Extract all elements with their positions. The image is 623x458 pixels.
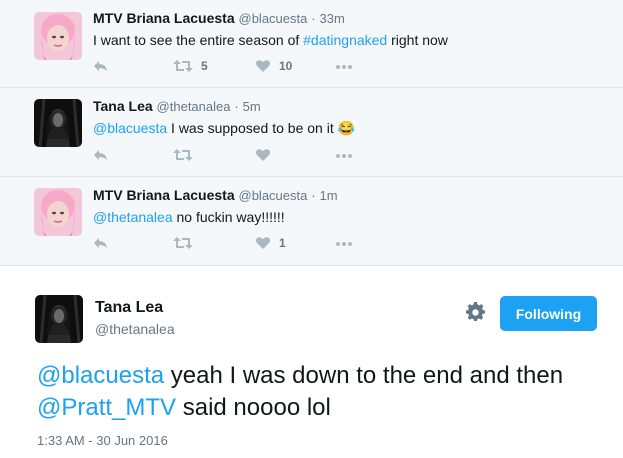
like-button[interactable]: 1	[255, 236, 286, 250]
author-name[interactable]: MTV Briana Lacuesta	[93, 10, 235, 26]
reply-tweet-1[interactable]: MTV Briana Lacuesta @blacuesta · 33m I w…	[0, 0, 623, 88]
mention-link[interactable]: @blacuesta	[93, 120, 167, 136]
separator-dot: ·	[234, 99, 239, 114]
tweet-text: I want to see the entire season of #dati…	[93, 32, 448, 48]
more-button[interactable]	[335, 59, 353, 73]
tweet-text: @blacuesta I was supposed to be on it 😂	[93, 120, 355, 137]
like-icon	[255, 236, 271, 250]
mention-link[interactable]: @thetanalea	[93, 209, 173, 225]
more-icon	[335, 148, 353, 162]
retweet-icon	[173, 236, 193, 250]
reply-icon	[93, 148, 109, 162]
author-name[interactable]: Tana Lea	[95, 299, 163, 317]
main-tweet: Tana Lea @thetanalea Following @blacuest…	[0, 266, 623, 458]
tweet-time[interactable]: 5m	[243, 99, 261, 114]
tweet-text-body: no fuckin way!!!!!!	[172, 209, 285, 225]
like-icon	[255, 59, 271, 73]
like-button[interactable]: 10	[255, 59, 292, 73]
tweet-text-prefix: I want to see the entire season of	[93, 32, 304, 48]
separator-dot: ·	[311, 11, 316, 26]
like-button[interactable]	[255, 148, 279, 162]
author-name[interactable]: MTV Briana Lacuesta	[93, 187, 235, 203]
more-icon	[335, 59, 353, 73]
more-icon	[335, 236, 353, 250]
tweet-text-part: yeah I was down to the end and then	[164, 362, 564, 389]
tweet-text-part: said noooo lol	[176, 394, 331, 421]
like-icon	[255, 148, 271, 162]
like-count: 10	[279, 59, 293, 73]
mention-link[interactable]: @Pratt_MTV	[37, 394, 176, 421]
gear-icon[interactable]	[466, 302, 486, 327]
reply-button[interactable]	[93, 148, 109, 162]
tweet-time[interactable]: 1m	[319, 188, 337, 203]
retweet-icon	[173, 59, 193, 73]
more-button[interactable]	[335, 148, 353, 162]
tweet-text: @blacuesta yeah I was down to the end an…	[37, 360, 597, 424]
reply-icon	[93, 236, 109, 250]
tweet-text-suffix: right now	[387, 32, 448, 48]
author-handle[interactable]: @blacuesta	[239, 188, 308, 203]
retweet-button[interactable]	[173, 236, 201, 250]
avatar-tana[interactable]	[34, 99, 82, 147]
hashtag-link[interactable]: #datingnaked	[303, 32, 387, 48]
avatar-tana[interactable]	[35, 295, 83, 343]
tweet-time[interactable]: 33m	[319, 11, 344, 26]
author-handle[interactable]: @blacuesta	[239, 11, 308, 26]
tweet-text-body: I was supposed to be on it 😂	[167, 120, 356, 136]
following-button[interactable]: Following	[500, 296, 597, 331]
reply-icon	[93, 59, 109, 73]
author-handle[interactable]: @thetanalea	[157, 99, 231, 114]
retweet-button[interactable]	[173, 148, 201, 162]
mention-link[interactable]: @blacuesta	[37, 362, 164, 389]
avatar-briana[interactable]	[34, 12, 82, 60]
reply-tweet-2[interactable]: Tana Lea @thetanalea · 5m @blacuesta I w…	[0, 88, 623, 177]
tweet-text: @thetanalea no fuckin way!!!!!!	[93, 209, 285, 225]
reply-button[interactable]	[93, 59, 109, 73]
more-button[interactable]	[335, 236, 353, 250]
reply-button[interactable]	[93, 236, 109, 250]
avatar-briana[interactable]	[34, 188, 82, 236]
retweet-button[interactable]: 5	[173, 59, 208, 73]
tweet-timestamp[interactable]: 1:33 AM - 30 Jun 2016	[37, 433, 168, 448]
tweet-actions: 1	[93, 236, 373, 254]
retweet-icon	[173, 148, 193, 162]
retweet-count: 5	[201, 59, 208, 73]
author-name[interactable]: Tana Lea	[93, 98, 153, 114]
author-handle[interactable]: @thetanalea	[95, 321, 175, 337]
tweet-actions	[93, 148, 373, 166]
separator-dot: ·	[311, 188, 316, 203]
tweet-actions: 5 10	[93, 59, 373, 77]
like-count: 1	[279, 236, 286, 250]
reply-tweet-3[interactable]: MTV Briana Lacuesta @blacuesta · 1m @the…	[0, 177, 623, 266]
